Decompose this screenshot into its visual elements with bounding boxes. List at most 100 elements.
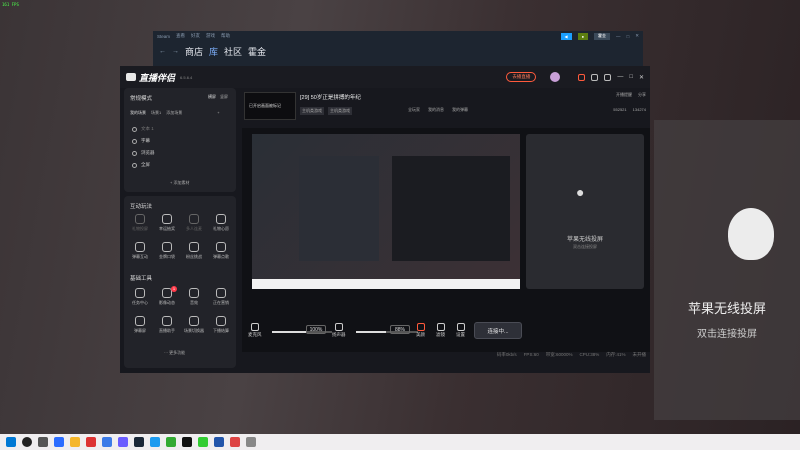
maximize-icon[interactable]: □ bbox=[629, 74, 633, 81]
stream-title[interactable]: [29] 50岁正是拼搏的年纪 bbox=[300, 93, 361, 101]
tab-scene-1[interactable]: 场景1 bbox=[151, 110, 161, 116]
tool-song-request[interactable]: 弹幕点歌 bbox=[209, 242, 233, 260]
minimize-icon[interactable]: — bbox=[617, 74, 623, 81]
tool-lottery[interactable]: 幸运抽奖 bbox=[155, 214, 179, 232]
speaker-control[interactable]: 扬声器 bbox=[332, 323, 346, 338]
beauty-control[interactable]: 美颜 bbox=[416, 323, 425, 338]
tool-task-center[interactable]: 任务中心 bbox=[128, 288, 152, 306]
airplay-source[interactable]: ● 苹果无线投屏 双击连接投屏 bbox=[526, 134, 644, 289]
live-reminder-button[interactable]: 开播提醒 bbox=[616, 92, 632, 98]
mic-volume-value[interactable]: 100% bbox=[306, 325, 326, 334]
steam-minimize-icon[interactable]: — bbox=[616, 34, 621, 39]
tool-multi-mic[interactable]: 多人连麦 bbox=[182, 214, 206, 232]
add-source-button[interactable]: + 添加素材 bbox=[170, 180, 189, 186]
close-icon[interactable]: ✕ bbox=[639, 74, 644, 81]
airplay-overlay-subtitle: 双击连接投屏 bbox=[697, 329, 757, 340]
status-bar: 码率0kb/s FPS:60 带宽:60000% CPU:38% 内存:41% … bbox=[364, 352, 650, 358]
steam-broadcast-button[interactable]: ◀ bbox=[560, 32, 572, 40]
portrait-option[interactable]: 竖屏 bbox=[220, 94, 228, 100]
source-item[interactable]: 浏览器 bbox=[132, 150, 155, 156]
go-live-header-button[interactable]: 去播直播 bbox=[506, 72, 537, 82]
steam-menu-item[interactable]: 好友 bbox=[191, 33, 200, 39]
steam-nav-community[interactable]: 社区 bbox=[224, 45, 242, 58]
tool-pocket[interactable]: 金牌口袋 bbox=[155, 242, 179, 260]
app-icon[interactable] bbox=[214, 437, 224, 447]
steam-nav-library[interactable]: 库 bbox=[209, 45, 218, 58]
connect-button[interactable]: 连接中... bbox=[474, 322, 522, 339]
live-companion-icon[interactable] bbox=[230, 437, 240, 447]
stream-thumbnail[interactable]: 已开启画面被标记 bbox=[244, 92, 296, 120]
tool-danmaku[interactable]: 弹幕互动 bbox=[128, 242, 152, 260]
mail-icon[interactable] bbox=[102, 437, 112, 447]
filter-control[interactable]: 滤镜 bbox=[436, 323, 445, 338]
app-icon[interactable] bbox=[246, 437, 256, 447]
tool-video-dynamic[interactable]: 影像动态 1 bbox=[155, 286, 179, 306]
tool-assistant[interactable]: 直播助手 bbox=[155, 316, 179, 334]
forward-arrow-icon[interactable]: → bbox=[172, 48, 179, 55]
steam-maximize-icon[interactable]: □ bbox=[627, 34, 630, 39]
avatar[interactable] bbox=[550, 72, 561, 82]
steam-user-button[interactable]: 霍金 bbox=[594, 32, 610, 40]
stream-link[interactable]: 全玩家 bbox=[408, 107, 420, 113]
task-view-icon[interactable] bbox=[38, 437, 48, 447]
source-item[interactable]: 字幕 bbox=[132, 138, 150, 144]
tool-sound-effect[interactable]: 音效 bbox=[182, 288, 206, 306]
screen-capture[interactable] bbox=[252, 134, 520, 289]
steam-menu-item[interactable]: 查看 bbox=[176, 33, 185, 39]
status-live: 未开播 bbox=[632, 352, 647, 357]
tool-gift-wish[interactable]: 礼物心愿 bbox=[209, 214, 233, 232]
search-icon[interactable] bbox=[22, 437, 32, 447]
tool-end-summary[interactable]: 下播结算 bbox=[209, 316, 233, 334]
source-item[interactable]: 文本 1 bbox=[132, 126, 154, 132]
stream-link[interactable]: 我的消息 bbox=[428, 107, 444, 113]
microphone-control[interactable]: 麦克风 bbox=[248, 323, 262, 338]
add-icon[interactable]: + bbox=[217, 110, 219, 116]
app-version: 6.5.6.4 bbox=[180, 74, 193, 80]
status-bandwidth: 带宽:60000% bbox=[545, 352, 573, 357]
windows-start-icon[interactable] bbox=[6, 437, 16, 447]
steam-notification-button[interactable]: ● bbox=[577, 32, 588, 40]
widgets-icon[interactable] bbox=[54, 437, 64, 447]
tool-danmaku-screen[interactable]: 弹幕屏 bbox=[128, 316, 152, 334]
steam-nav-store[interactable]: 商店 bbox=[185, 45, 203, 58]
source-item[interactable]: 全屏 bbox=[132, 162, 150, 168]
headset-icon[interactable] bbox=[591, 73, 599, 81]
steam-menu-item[interactable]: Steam bbox=[157, 34, 170, 39]
filter-icon bbox=[436, 323, 445, 331]
gift-icon[interactable] bbox=[578, 73, 586, 81]
mode-selector[interactable]: 常规模式 bbox=[130, 94, 152, 102]
airplay-overlay[interactable]: 苹果无线投屏 双击连接投屏 bbox=[654, 120, 800, 420]
back-arrow-icon[interactable]: ← bbox=[159, 48, 166, 55]
settings-control[interactable]: 设置 bbox=[456, 323, 465, 338]
file-explorer-icon[interactable] bbox=[70, 437, 80, 447]
tab-my-scene[interactable]: 我的场景 bbox=[130, 110, 146, 116]
steam-menu-item[interactable]: 游戏 bbox=[206, 33, 215, 39]
steam-icon[interactable] bbox=[134, 437, 144, 447]
store-icon[interactable] bbox=[118, 437, 128, 447]
more-tools-button[interactable]: ··· 更多功能 bbox=[164, 350, 185, 356]
speaker-volume-value[interactable]: 88% bbox=[390, 325, 410, 334]
tool-gift-screen[interactable]: 礼物投屏 bbox=[128, 214, 152, 232]
airplay-subtitle: 双击连接投屏 bbox=[573, 244, 597, 249]
settings-icon[interactable] bbox=[604, 73, 612, 81]
app-logo: 直播伴侣 6.5.6.4 bbox=[126, 71, 192, 84]
app-icon[interactable] bbox=[166, 437, 176, 447]
stream-info: 已开启画面被标记 [29] 50岁正是拼搏的年纪 主机类游戏 主机类游戏 全玩家… bbox=[242, 88, 650, 124]
share-button[interactable]: 分享 bbox=[638, 92, 646, 98]
steam-menu-item[interactable]: 帮助 bbox=[221, 33, 230, 39]
tool-marketing[interactable]: 正在营销 bbox=[209, 288, 233, 306]
landscape-option[interactable]: 横屏 bbox=[208, 94, 216, 100]
tool-scene-switch[interactable]: 场景切换器 bbox=[182, 316, 206, 334]
steam-close-icon[interactable]: ✕ bbox=[635, 33, 639, 39]
app-icon[interactable] bbox=[182, 437, 192, 447]
steam-nav: ← → 商店 库 社区 霍金 bbox=[153, 41, 643, 62]
app-icon[interactable] bbox=[198, 437, 208, 447]
app-icon[interactable] bbox=[86, 437, 96, 447]
tab-add-scene[interactable]: 添加场景 bbox=[166, 110, 182, 116]
steam-nav-user[interactable]: 霍金 bbox=[248, 45, 266, 58]
live-companion-window[interactable]: 直播伴侣 6.5.6.4 去播直播 — □ ✕ 常规模式 横屏 竖屏 我的场景 … bbox=[120, 66, 650, 373]
stream-link[interactable]: 我的弹幕 bbox=[452, 107, 468, 113]
tool-fan-challenge[interactable]: 粉丝挑战 bbox=[182, 242, 206, 260]
basic-tools-title: 基础工具 bbox=[130, 276, 153, 282]
edge-icon[interactable] bbox=[150, 437, 160, 447]
